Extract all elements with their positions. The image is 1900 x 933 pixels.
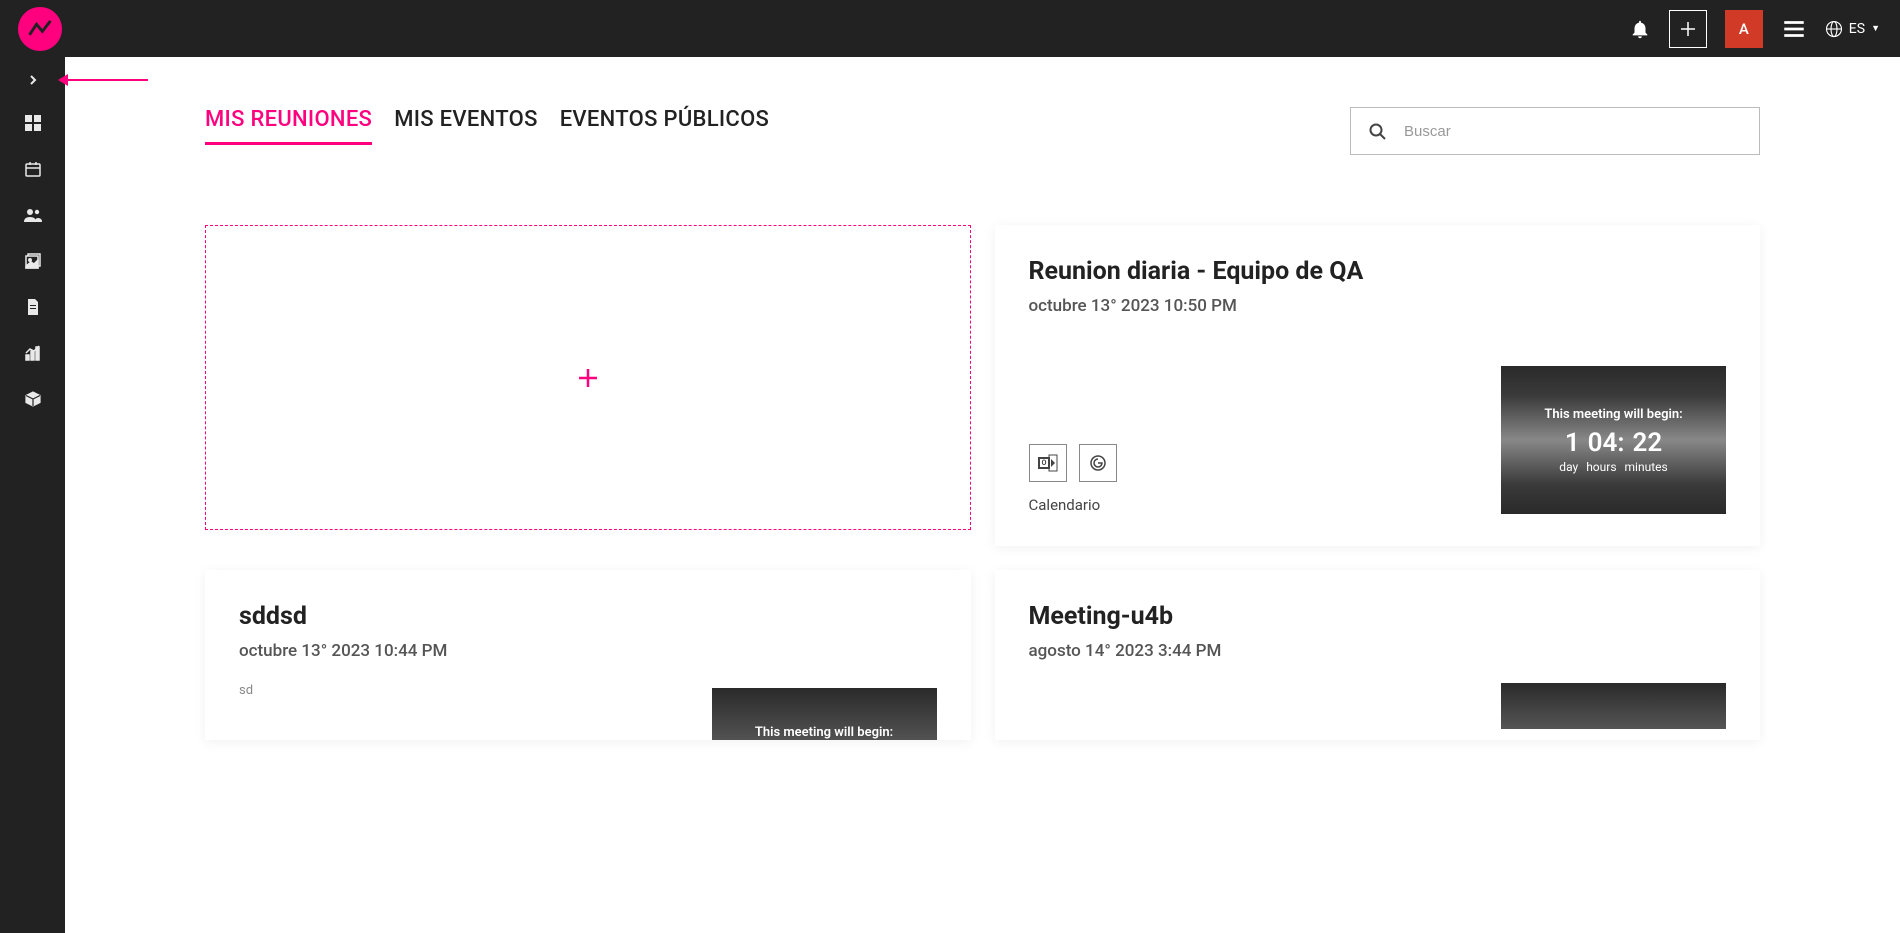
tab-mis-reuniones[interactable]: MIS REUNIONES — [205, 107, 372, 145]
meeting-date: octubre 13° 2023 10:50 PM — [1029, 296, 1727, 316]
meeting-preview: This meeting will begin: — [712, 688, 937, 740]
add-meeting-card[interactable] — [205, 225, 971, 530]
meeting-card[interactable]: sddsd octubre 13° 2023 10:44 PM sd This … — [205, 570, 971, 740]
gallery-icon[interactable] — [25, 253, 41, 269]
countdown-label: This meeting will begin: — [755, 725, 893, 740]
tabs: MIS REUNIONES MIS EVENTOS EVENTOS PÚBLIC… — [205, 107, 769, 145]
hamburger-menu-icon[interactable] — [1781, 16, 1807, 42]
countdown-hours: 04: — [1588, 428, 1625, 458]
cube-icon[interactable] — [25, 391, 41, 407]
minutes-unit: minutes — [1625, 460, 1668, 474]
countdown-label: This meeting will begin: — [1544, 407, 1682, 422]
calendar-label: Calendario — [1029, 496, 1117, 514]
plus-icon — [577, 367, 599, 389]
meeting-title: sddsd — [239, 602, 937, 631]
hours-unit: hours — [1586, 460, 1616, 474]
svg-text:O: O — [1041, 459, 1046, 467]
sidebar — [0, 57, 65, 933]
countdown-minutes: 22 — [1632, 428, 1662, 458]
document-icon[interactable] — [26, 299, 40, 315]
tab-eventos-publicos[interactable]: EVENTOS PÚBLICOS — [560, 107, 769, 145]
cards-grid: Reunion diaria - Equipo de QA octubre 13… — [205, 225, 1760, 740]
tab-mis-eventos[interactable]: MIS EVENTOS — [394, 107, 538, 145]
day-unit: day — [1559, 460, 1578, 474]
language-label: ES — [1849, 21, 1865, 37]
dashboard-icon[interactable] — [25, 115, 41, 131]
expand-sidebar-icon[interactable] — [28, 75, 38, 85]
meeting-preview — [1501, 683, 1726, 729]
meeting-card[interactable]: Meeting-u4b agosto 14° 2023 3:44 PM — [995, 570, 1761, 740]
app-logo[interactable] — [18, 7, 62, 51]
google-calendar-icon[interactable] — [1079, 444, 1117, 482]
notifications-icon[interactable] — [1629, 18, 1651, 40]
analytics-icon[interactable] — [25, 345, 41, 361]
user-avatar[interactable]: A — [1725, 10, 1763, 48]
annotation-arrow — [58, 74, 148, 86]
countdown-day: 1 — [1565, 428, 1580, 458]
meeting-card[interactable]: Reunion diaria - Equipo de QA octubre 13… — [995, 225, 1761, 546]
calendar-icon[interactable] — [25, 161, 41, 177]
search-input[interactable] — [1404, 123, 1741, 140]
meeting-title: Meeting-u4b — [1029, 602, 1727, 631]
main-content: MIS REUNIONES MIS EVENTOS EVENTOS PÚBLIC… — [65, 57, 1900, 780]
meeting-date: octubre 13° 2023 10:44 PM — [239, 641, 937, 661]
language-selector[interactable]: ES ▼ — [1825, 20, 1880, 38]
outlook-calendar-icon[interactable]: O — [1029, 444, 1067, 482]
meeting-date: agosto 14° 2023 3:44 PM — [1029, 641, 1727, 661]
search-icon — [1369, 123, 1386, 140]
meeting-title: Reunion diaria - Equipo de QA — [1029, 257, 1727, 286]
top-bar: A ES ▼ — [0, 0, 1900, 57]
meeting-preview: This meeting will begin: 1 04: 22 day ho… — [1501, 366, 1726, 514]
chevron-down-icon: ▼ — [1871, 23, 1880, 34]
search-box[interactable] — [1350, 107, 1760, 155]
create-button[interactable] — [1669, 10, 1707, 48]
people-icon[interactable] — [24, 207, 42, 223]
